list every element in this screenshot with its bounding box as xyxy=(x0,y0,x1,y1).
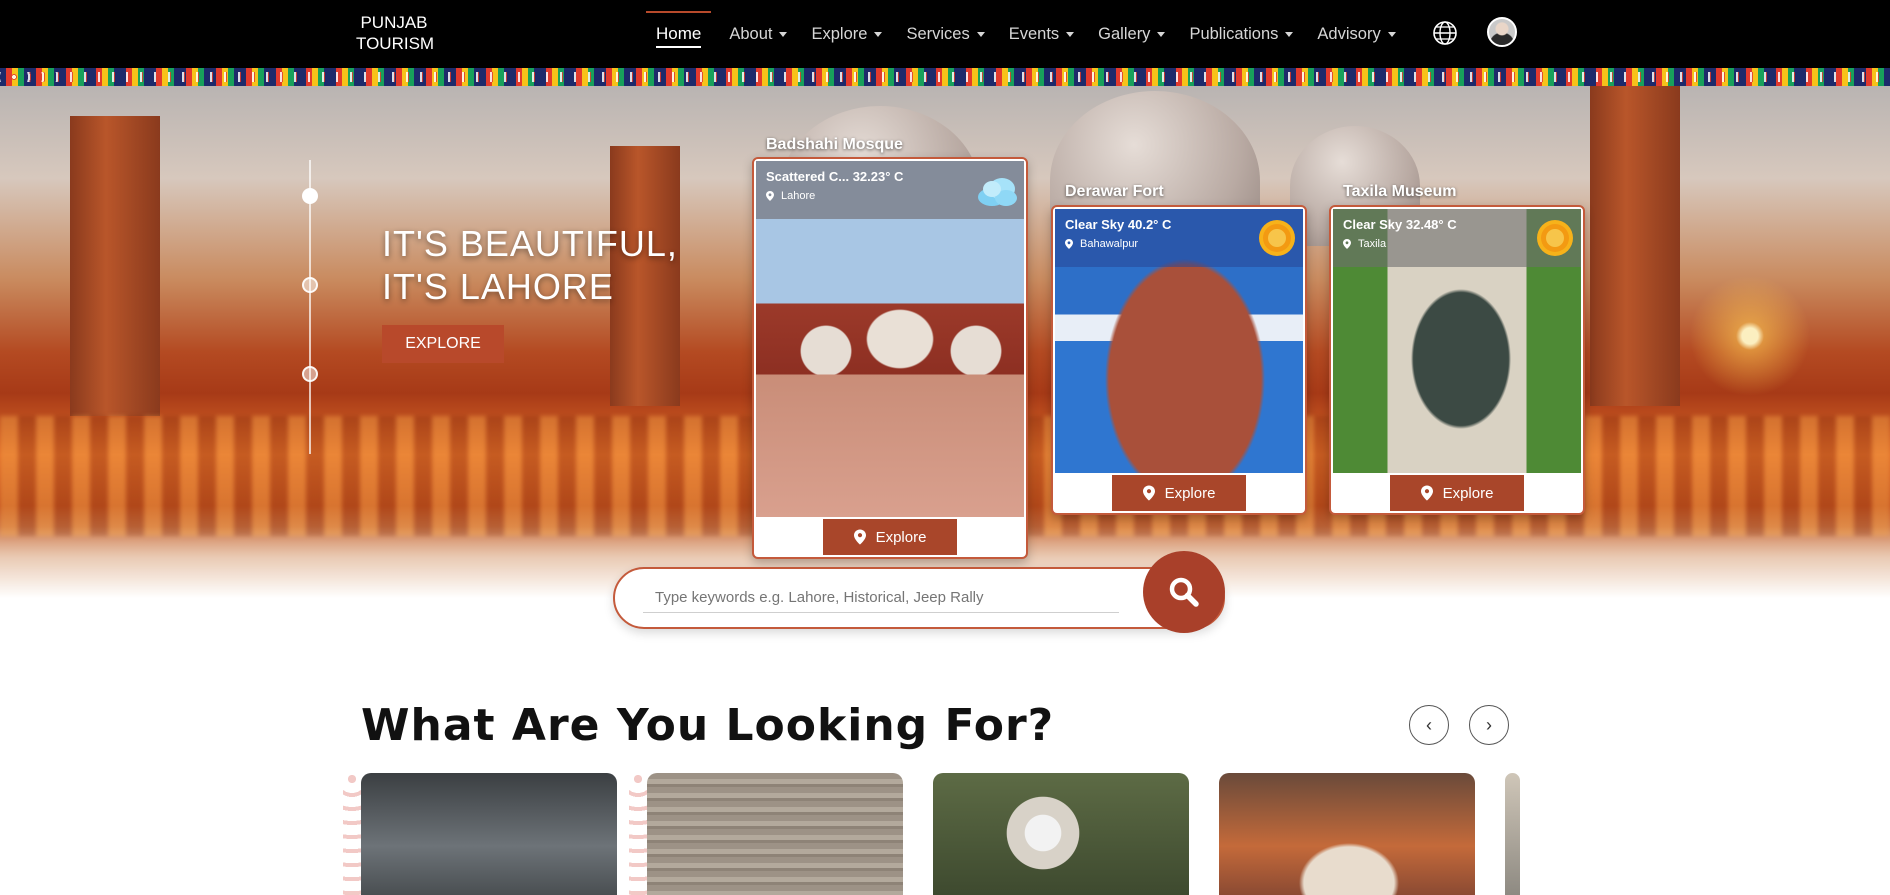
category-card-5[interactable] xyxy=(1505,773,1520,895)
caret-down-icon xyxy=(1285,31,1294,37)
map-pin-icon xyxy=(1065,239,1073,249)
category-card-1[interactable] xyxy=(361,773,617,895)
map-pin-icon xyxy=(853,529,866,545)
section-title: What Are You Looking For? xyxy=(361,700,1055,751)
destination-card-taxila[interactable]: Clear Sky 32.48° C Taxila Explore xyxy=(1329,205,1585,515)
caret-down-icon xyxy=(779,31,788,37)
category-card-4[interactable] xyxy=(1219,773,1475,895)
card-title-badshahi: Badshahi Mosque xyxy=(766,136,903,153)
card-explore-button[interactable]: Explore xyxy=(1112,475,1246,511)
nav-explore-label: Explore xyxy=(811,24,868,43)
search-icon xyxy=(1169,577,1199,607)
carousel-next-button[interactable]: › xyxy=(1469,705,1509,745)
nav-events[interactable]: Events xyxy=(997,0,1086,68)
decorative-border xyxy=(0,68,1890,86)
caret-down-icon xyxy=(874,31,883,37)
hero-title-line-1: IT'S BEAUTIFUL, xyxy=(382,223,678,264)
sun-icon xyxy=(1259,220,1295,256)
hero-bg-minaret xyxy=(1590,86,1680,406)
explore-label: Explore xyxy=(1442,484,1494,502)
destination-card-derawar[interactable]: Clear Sky 40.2° C Bahawalpur Explore xyxy=(1051,205,1307,515)
caret-down-icon xyxy=(1157,31,1166,37)
site-logo[interactable]: PUNJAB TOURISM xyxy=(356,12,435,54)
search-input[interactable] xyxy=(643,583,1119,613)
sun-icon xyxy=(1537,220,1573,256)
main-nav: Home About Explore Services Events Galle… xyxy=(640,0,1408,68)
map-pin-icon xyxy=(1142,485,1155,501)
location-label: Lahore xyxy=(781,190,816,202)
card-explore-button[interactable]: Explore xyxy=(1390,475,1524,511)
decorative-dots xyxy=(343,773,361,895)
nav-home[interactable]: Home xyxy=(640,0,717,68)
card-weather: Clear Sky 32.48° C Taxila xyxy=(1333,209,1581,267)
nav-gallery[interactable]: Gallery xyxy=(1086,0,1177,68)
nav-explore[interactable]: Explore xyxy=(799,0,894,68)
explore-label: Explore xyxy=(875,528,927,546)
destination-card-badshahi[interactable]: Scattered C... 32.23° C Lahore Explore xyxy=(752,157,1028,559)
caret-down-icon xyxy=(1387,31,1396,37)
card-weather: Scattered C... 32.23° C Lahore xyxy=(756,161,1024,219)
nav-home-label: Home xyxy=(656,24,702,43)
card-explore-button[interactable]: Explore xyxy=(823,519,957,555)
logo-line-1: PUNJAB xyxy=(360,13,428,32)
map-pin-icon xyxy=(1420,485,1433,501)
location-label: Bahawalpur xyxy=(1080,238,1139,250)
map-pin-icon xyxy=(766,191,774,201)
nav-services-label: Services xyxy=(906,24,970,43)
nav-advisory[interactable]: Advisory xyxy=(1305,0,1407,68)
caret-down-icon xyxy=(1066,31,1075,37)
nav-about-label: About xyxy=(729,24,773,43)
search-button[interactable] xyxy=(1143,551,1225,633)
logo-line-2: TOURISM xyxy=(356,34,435,53)
hero-title-line-2: IT'S LAHORE xyxy=(382,266,614,307)
search-bar xyxy=(613,567,1225,629)
nav-services[interactable]: Services xyxy=(894,0,996,68)
nav-gallery-label: Gallery xyxy=(1098,24,1151,43)
hero-explore-button[interactable]: EXPLORE xyxy=(382,325,504,363)
hero-slide-dot-1[interactable] xyxy=(302,188,318,204)
caret-down-icon xyxy=(976,31,985,37)
hero-bg-minaret xyxy=(70,116,160,416)
globe-icon[interactable] xyxy=(1431,19,1459,47)
top-navbar: PUNJAB TOURISM Home About Explore Servic… xyxy=(0,0,1890,68)
cloud-icon xyxy=(978,178,1017,206)
nav-events-label: Events xyxy=(1008,24,1060,43)
hero-slider-track xyxy=(309,160,311,454)
nav-advisory-label: Advisory xyxy=(1317,24,1381,43)
card-weather: Clear Sky 40.2° C Bahawalpur xyxy=(1055,209,1303,267)
nav-publications[interactable]: Publications xyxy=(1177,0,1305,68)
user-avatar[interactable] xyxy=(1487,17,1517,47)
hero-slide-dot-2[interactable] xyxy=(302,277,318,293)
nav-about[interactable]: About xyxy=(717,0,799,68)
card-title-taxila: Taxila Museum xyxy=(1343,183,1457,200)
location-label: Taxila xyxy=(1358,238,1387,250)
map-pin-icon xyxy=(1343,239,1351,249)
card-title-derawar: Derawar Fort xyxy=(1065,183,1164,200)
hero-title: IT'S BEAUTIFUL, IT'S LAHORE xyxy=(382,222,678,308)
decorative-dots xyxy=(629,773,647,895)
hero-bg-sunburst xyxy=(1690,276,1810,396)
nav-publications-label: Publications xyxy=(1189,24,1279,43)
category-card-3[interactable] xyxy=(933,773,1189,895)
explore-label: Explore xyxy=(1164,484,1216,502)
carousel-prev-button[interactable]: ‹ xyxy=(1409,705,1449,745)
category-card-2[interactable] xyxy=(647,773,903,895)
hero-slide-dot-3[interactable] xyxy=(302,366,318,382)
